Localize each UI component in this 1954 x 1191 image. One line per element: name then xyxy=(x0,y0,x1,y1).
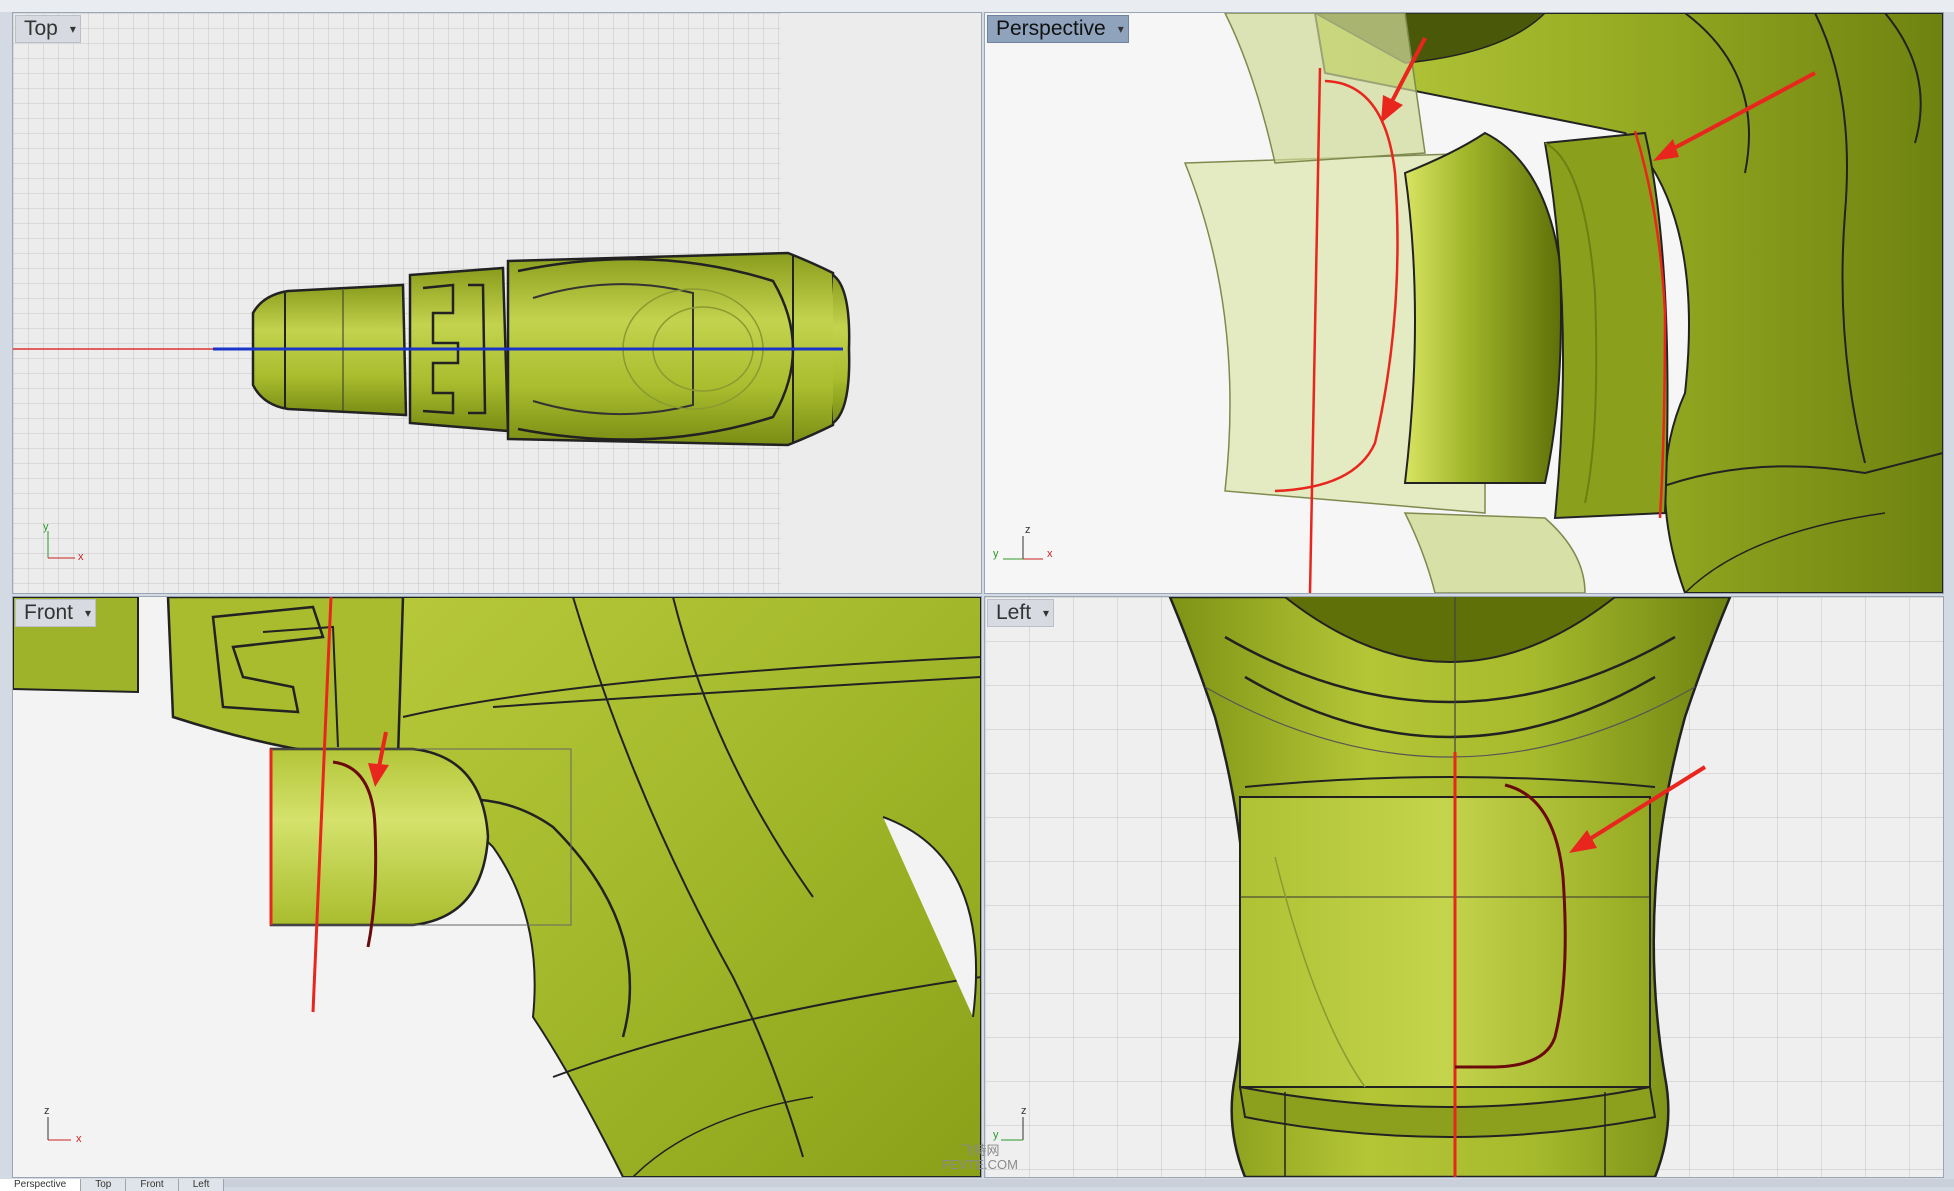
window-top-strip xyxy=(0,0,1954,12)
axis-x-label: x xyxy=(78,551,84,563)
watermark-line-2: FEVTE.COM xyxy=(942,1157,1018,1172)
tab-front[interactable]: Front xyxy=(126,1179,179,1191)
watermark-line-1: 飞特网 xyxy=(960,1143,1000,1158)
axis-indicator-front: z x xyxy=(44,1105,82,1145)
viewport-label-top[interactable]: Top ▾ xyxy=(15,15,81,43)
swept-surface xyxy=(1403,131,1562,484)
left-view-scene xyxy=(985,597,1943,1177)
viewport-title: Front xyxy=(24,601,74,624)
viewport-label-front[interactable]: Front ▾ xyxy=(15,599,97,627)
tab-left[interactable]: Left xyxy=(178,1179,225,1191)
tab-top[interactable]: Top xyxy=(81,1179,127,1191)
axis-indicator-perspective: z x y xyxy=(993,524,1053,560)
chevron-down-icon[interactable]: ▾ xyxy=(85,600,91,626)
viewport-label-left[interactable]: Left ▾ xyxy=(987,599,1055,627)
viewport-label-perspective[interactable]: Perspective ▾ xyxy=(987,15,1129,43)
axis-x-label: x xyxy=(76,1133,82,1145)
chevron-down-icon[interactable]: ▾ xyxy=(1118,16,1124,42)
watermark: 飞特网 FEVTE.COM xyxy=(930,1144,1030,1172)
axis-y-label: y xyxy=(993,548,999,560)
front-view-scene xyxy=(13,597,981,1177)
viewport-left[interactable]: z y Left ▾ xyxy=(984,596,1944,1178)
viewport-top[interactable]: y x Top ▾ xyxy=(12,12,982,594)
axis-x-label: x xyxy=(1047,548,1053,560)
axis-y-label: y xyxy=(993,1129,999,1141)
front-clutch xyxy=(166,597,405,759)
chevron-down-icon[interactable]: ▾ xyxy=(70,16,76,42)
viewport-perspective[interactable]: z x y Perspective ▾ xyxy=(984,12,1944,594)
axis-y-label: y xyxy=(43,521,49,533)
viewport-title: Perspective xyxy=(996,17,1106,40)
axis-z-label: z xyxy=(44,1105,50,1117)
axis-z-label: z xyxy=(1025,524,1031,536)
top-view-scene xyxy=(13,13,851,593)
tab-perspective[interactable]: Perspective xyxy=(0,1179,82,1191)
viewport-title: Top xyxy=(24,17,58,40)
axis-indicator: y x xyxy=(43,521,84,563)
axis-z-label: z xyxy=(1021,1105,1027,1117)
viewport-front[interactable]: z x Front ▾ xyxy=(12,596,982,1178)
viewport-tab-bar: Perspective Top Front Left xyxy=(0,1179,1954,1191)
viewport-title: Left xyxy=(996,601,1032,624)
chevron-down-icon[interactable]: ▾ xyxy=(1043,600,1049,626)
perspective-view-scene xyxy=(1003,13,1943,593)
